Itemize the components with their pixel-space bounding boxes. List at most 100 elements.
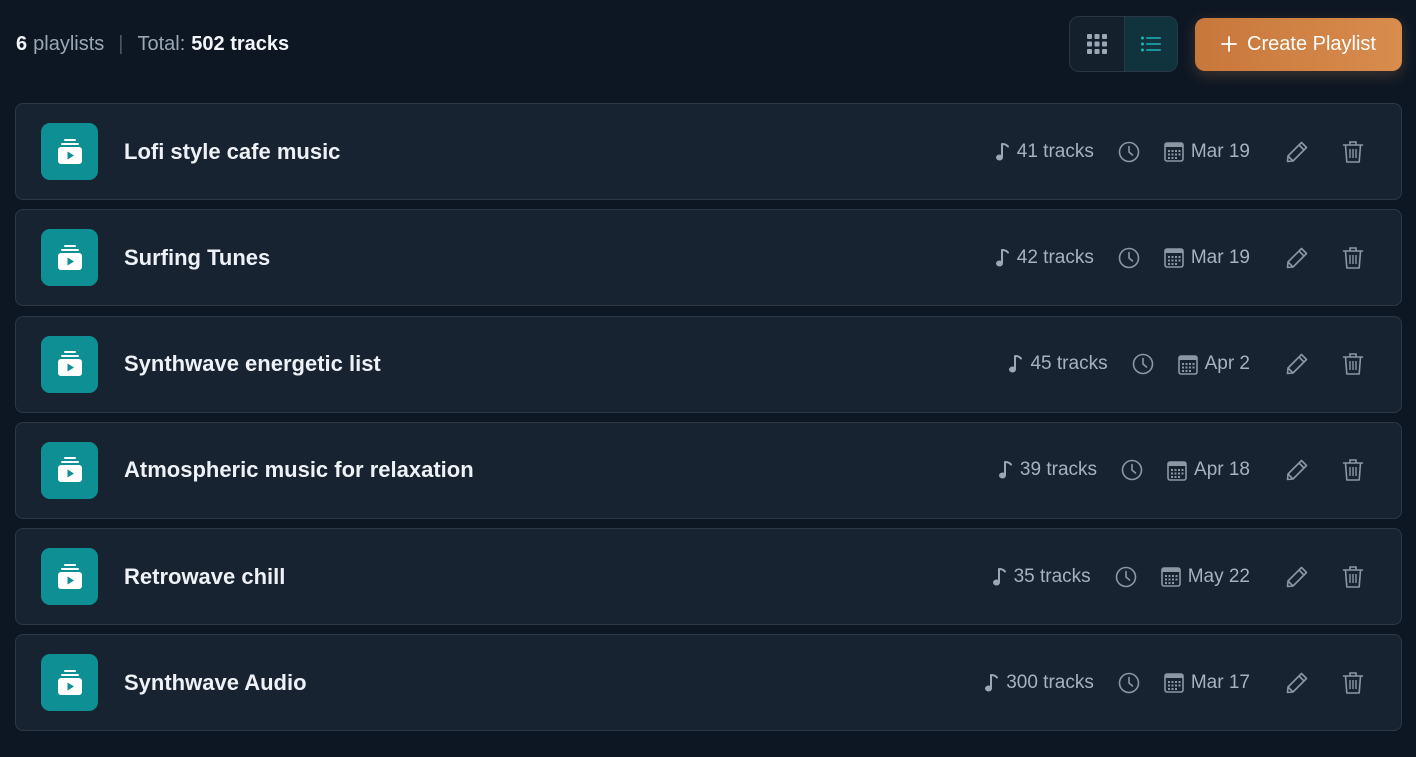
music-note-icon — [1009, 355, 1023, 373]
playlist-meta: 41 tracks Mar 19 — [995, 104, 1250, 199]
edit-button[interactable] — [1285, 352, 1309, 376]
playlist-play-icon — [57, 351, 82, 377]
music-note-icon — [998, 461, 1012, 479]
edit-button[interactable] — [1285, 246, 1309, 270]
music-note-icon — [995, 248, 1009, 267]
playlist-meta: 39 tracks Apr 18 — [998, 423, 1250, 518]
duration — [1121, 459, 1143, 481]
created-date-text: Apr 18 — [1194, 459, 1250, 481]
track-count: 45 tracks — [1008, 353, 1108, 375]
plus-icon — [1221, 36, 1237, 52]
created-date: Apr 18 — [1167, 459, 1250, 481]
created-date: Mar 19 — [1164, 247, 1250, 269]
total-tracks: 502 tracks — [191, 32, 290, 55]
summary-separator: | — [118, 32, 124, 55]
create-playlist-label: Create Playlist — [1247, 32, 1376, 55]
calendar-icon — [1160, 567, 1181, 587]
playlist-row[interactable]: Surfing Tunes 42 tracks Mar 19 — [15, 209, 1402, 307]
grid-view-button[interactable] — [1070, 17, 1124, 71]
duration — [1118, 141, 1140, 163]
music-note-icon — [995, 142, 1009, 160]
pencil-icon — [1286, 672, 1308, 694]
track-count: 41 tracks — [995, 141, 1094, 163]
edit-button[interactable] — [1285, 565, 1309, 589]
playlist-play-icon — [57, 563, 82, 589]
playlist-row[interactable]: Atmospheric music for relaxation 39 trac… — [15, 421, 1402, 519]
track-count-text: 42 tracks — [1016, 246, 1094, 268]
playlist-meta: 45 tracks Apr 2 — [1008, 317, 1250, 412]
playlist-thumbnail — [41, 335, 98, 393]
playlist-row[interactable]: Synthwave Audio 300 tracks Mar 17 — [15, 634, 1402, 732]
track-count: 300 tracks — [984, 672, 1094, 694]
row-actions — [1285, 423, 1365, 518]
playlist-play-icon — [57, 457, 82, 483]
duration — [1118, 672, 1140, 694]
edit-button[interactable] — [1285, 458, 1309, 482]
clock-icon — [1118, 247, 1140, 269]
view-toggle — [1069, 16, 1178, 72]
trash-icon — [1342, 565, 1364, 588]
playlist-count-label: playlists — [33, 32, 105, 55]
track-count-text: 35 tracks — [1013, 565, 1091, 587]
playlist-meta: 35 tracks May 22 — [992, 529, 1250, 624]
delete-button[interactable] — [1341, 565, 1365, 589]
created-date-text: Apr 2 — [1204, 353, 1250, 375]
clock-icon — [1118, 672, 1140, 694]
playlist-row[interactable]: Lofi style cafe music 41 tracks Mar 19 — [15, 103, 1402, 200]
track-count: 42 tracks — [995, 247, 1094, 269]
clock-icon — [1121, 460, 1143, 481]
total-label: Total: — [137, 32, 186, 55]
clock-icon — [1118, 141, 1140, 162]
row-actions — [1285, 317, 1365, 412]
created-date-text: Mar 19 — [1190, 246, 1250, 268]
trash-icon — [1342, 353, 1364, 375]
grid-icon — [1086, 34, 1107, 54]
pencil-icon — [1286, 247, 1308, 269]
duration — [1132, 353, 1154, 375]
duration — [1118, 247, 1140, 269]
row-actions — [1285, 635, 1365, 730]
created-date-text: Mar 19 — [1190, 140, 1250, 162]
delete-button[interactable] — [1341, 671, 1365, 695]
pencil-icon — [1286, 353, 1308, 375]
toolbar: 6 playlists | Total: 502 tracks Create P… — [16, 16, 1402, 72]
row-actions — [1285, 104, 1365, 199]
edit-button[interactable] — [1285, 671, 1309, 695]
playlist-meta: 42 tracks Mar 19 — [995, 210, 1250, 305]
calendar-icon — [1177, 354, 1198, 375]
playlist-thumbnail — [41, 441, 98, 499]
list-view-button[interactable] — [1123, 17, 1177, 71]
trash-icon — [1342, 459, 1364, 482]
playlist-thumbnail — [41, 548, 98, 606]
calendar-icon — [1164, 142, 1184, 162]
playlist-thumbnail — [41, 123, 98, 180]
track-count-text: 300 tracks — [1006, 671, 1094, 693]
playlist-list: Lofi style cafe music 41 tracks Mar 19 S… — [15, 103, 1402, 741]
edit-button[interactable] — [1285, 140, 1309, 164]
music-note-icon — [985, 673, 999, 692]
trash-icon — [1342, 672, 1364, 694]
toolbar-controls: Create Playlist — [1069, 16, 1402, 72]
created-date: Mar 17 — [1164, 672, 1250, 694]
created-date-text: Mar 17 — [1190, 671, 1250, 693]
pencil-icon — [1286, 141, 1308, 162]
trash-icon — [1342, 246, 1364, 269]
playlist-play-icon — [57, 669, 82, 695]
delete-button[interactable] — [1341, 352, 1365, 376]
playlist-thumbnail — [41, 654, 98, 712]
delete-button[interactable] — [1341, 246, 1365, 270]
created-date: Mar 19 — [1164, 141, 1250, 163]
track-count-text: 39 tracks — [1019, 459, 1098, 481]
calendar-icon — [1164, 248, 1184, 269]
delete-button[interactable] — [1341, 458, 1365, 482]
music-note-icon — [992, 567, 1006, 586]
pencil-icon — [1286, 460, 1308, 481]
track-count: 39 tracks — [998, 459, 1097, 481]
playlist-meta: 300 tracks Mar 17 — [984, 635, 1250, 730]
playlist-row[interactable]: Synthwave energetic list 45 tracks Apr 2 — [15, 315, 1402, 413]
playlist-row[interactable]: Retrowave chill 35 tracks May 22 — [15, 528, 1402, 626]
delete-button[interactable] — [1341, 140, 1365, 164]
create-playlist-button[interactable]: Create Playlist — [1195, 17, 1402, 71]
list-icon — [1140, 36, 1161, 52]
track-count-text: 45 tracks — [1030, 353, 1108, 375]
